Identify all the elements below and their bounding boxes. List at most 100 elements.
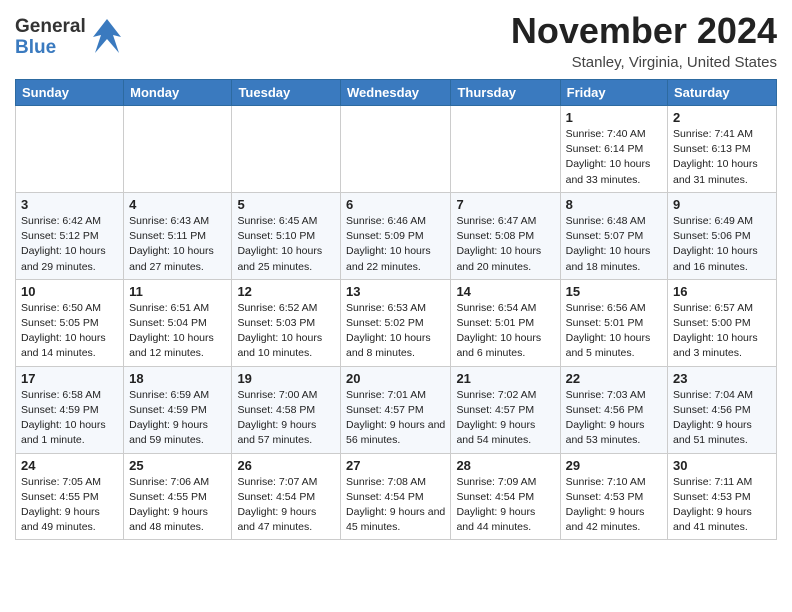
calendar-cell: 1Sunrise: 7:40 AMSunset: 6:14 PMDaylight… xyxy=(560,106,667,193)
calendar-cell: 12Sunrise: 6:52 AMSunset: 5:03 PMDayligh… xyxy=(232,279,341,366)
calendar-week-2: 3 Sunrise: 6:42 AMSunset: 5:12 PMDaylight… xyxy=(16,192,777,279)
day-info: Sunrise: 7:10 AMSunset: 4:53 PMDaylight:… xyxy=(566,475,662,536)
logo-general: General xyxy=(15,17,86,38)
calendar-cell: 27 Sunrise: 7:08 AMSunset: 4:54 PMDayligh… xyxy=(341,453,451,540)
day-info: Sunrise: 6:57 AMSunset: 5:00 PMDaylight:… xyxy=(673,301,771,362)
calendar-cell: 20Sunrise: 7:01 AMSunset: 4:57 PMDayligh… xyxy=(341,366,451,453)
day-info: Sunrise: 7:05 AMSunset: 4:55 PMDaylight:… xyxy=(21,475,118,536)
day-info: Sunrise: 7:09 AMSunset: 4:54 PMDaylight:… xyxy=(456,475,554,536)
calendar-cell: 11Sunrise: 6:51 AMSunset: 5:04 PMDayligh… xyxy=(124,279,232,366)
day-info: Sunrise: 6:59 AMSunset: 4:59 PMDaylight:… xyxy=(129,388,226,449)
calendar-cell: 29Sunrise: 7:10 AMSunset: 4:53 PMDayligh… xyxy=(560,453,667,540)
weekday-header-thursday: Thursday xyxy=(451,80,560,106)
day-number: 9 xyxy=(673,197,771,212)
day-number: 22 xyxy=(566,371,662,386)
weekday-header-tuesday: Tuesday xyxy=(232,80,341,106)
day-info: Sunrise: 7:00 AMSunset: 4:58 PMDaylight:… xyxy=(237,388,335,449)
day-info: Sunrise: 7:08 AMSunset: 4:54 PMDaylight:… xyxy=(346,475,445,536)
day-info: Sunrise: 7:06 AMSunset: 4:55 PMDaylight:… xyxy=(129,475,226,536)
calendar-cell: 10Sunrise: 6:50 AMSunset: 5:05 PMDayligh… xyxy=(16,279,124,366)
day-number: 3 xyxy=(21,197,118,212)
day-number: 24 xyxy=(21,458,118,473)
calendar-cell: 15 Sunrise: 6:56 AMSunset: 5:01 PMDayligh… xyxy=(560,279,667,366)
day-number: 18 xyxy=(129,371,226,386)
day-number: 15 xyxy=(566,284,662,299)
day-info: Sunrise: 6:53 AMSunset: 5:02 PMDaylight:… xyxy=(346,301,445,362)
day-number: 27 xyxy=(346,458,445,473)
day-info: Sunrise: 6:46 AMSunset: 5:09 PMDaylight:… xyxy=(346,214,445,275)
day-info: Sunrise: 6:47 AMSunset: 5:08 PMDaylight:… xyxy=(456,214,554,275)
calendar-cell: 16 Sunrise: 6:57 AMSunset: 5:00 PMDayligh… xyxy=(668,279,777,366)
day-info: Sunrise: 6:51 AMSunset: 5:04 PMDaylight:… xyxy=(129,301,226,362)
logo: General Blue xyxy=(15,10,123,60)
calendar-week-3: 10Sunrise: 6:50 AMSunset: 5:05 PMDayligh… xyxy=(16,279,777,366)
calendar-cell: 6 Sunrise: 6:46 AMSunset: 5:09 PMDaylight… xyxy=(341,192,451,279)
day-number: 19 xyxy=(237,371,335,386)
day-number: 16 xyxy=(673,284,771,299)
day-number: 25 xyxy=(129,458,226,473)
calendar-cell: 17Sunrise: 6:58 AMSunset: 4:59 PMDayligh… xyxy=(16,366,124,453)
day-info: Sunrise: 7:07 AMSunset: 4:54 PMDaylight:… xyxy=(237,475,335,536)
day-info: Sunrise: 7:04 AMSunset: 4:56 PMDaylight:… xyxy=(673,388,771,449)
calendar-cell: 23 Sunrise: 7:04 AMSunset: 4:56 PMDayligh… xyxy=(668,366,777,453)
day-info: Sunrise: 7:41 AMSunset: 6:13 PMDaylight:… xyxy=(673,127,771,188)
day-info: Sunrise: 7:40 AMSunset: 6:14 PMDaylight:… xyxy=(566,127,662,188)
weekday-header-sunday: Sunday xyxy=(16,80,124,106)
calendar-cell: 7 Sunrise: 6:47 AMSunset: 5:08 PMDaylight… xyxy=(451,192,560,279)
day-info: Sunrise: 6:56 AMSunset: 5:01 PMDaylight:… xyxy=(566,301,662,362)
day-info: Sunrise: 6:52 AMSunset: 5:03 PMDaylight:… xyxy=(237,301,335,362)
day-number: 30 xyxy=(673,458,771,473)
day-info: Sunrise: 6:48 AMSunset: 5:07 PMDaylight:… xyxy=(566,214,662,275)
calendar-cell xyxy=(16,106,124,193)
calendar-cell: 13 Sunrise: 6:53 AMSunset: 5:02 PMDayligh… xyxy=(341,279,451,366)
day-number: 21 xyxy=(456,371,554,386)
weekday-header-wednesday: Wednesday xyxy=(341,80,451,106)
day-number: 14 xyxy=(456,284,554,299)
page: General Blue November 2024 Stanley, Virg… xyxy=(0,0,792,555)
calendar-cell: 22Sunrise: 7:03 AMSunset: 4:56 PMDayligh… xyxy=(560,366,667,453)
day-number: 26 xyxy=(237,458,335,473)
day-number: 17 xyxy=(21,371,118,386)
day-info: Sunrise: 6:42 AMSunset: 5:12 PMDaylight:… xyxy=(21,214,118,275)
calendar-cell: 14Sunrise: 6:54 AMSunset: 5:01 PMDayligh… xyxy=(451,279,560,366)
day-info: Sunrise: 7:02 AMSunset: 4:57 PMDaylight:… xyxy=(456,388,554,449)
calendar-cell: 8 Sunrise: 6:48 AMSunset: 5:07 PMDaylight… xyxy=(560,192,667,279)
day-info: Sunrise: 6:43 AMSunset: 5:11 PMDaylight:… xyxy=(129,214,226,275)
day-number: 23 xyxy=(673,371,771,386)
location: Stanley, Virginia, United States xyxy=(511,54,777,71)
day-info: Sunrise: 7:01 AMSunset: 4:57 PMDaylight:… xyxy=(346,388,445,449)
day-info: Sunrise: 6:50 AMSunset: 5:05 PMDaylight:… xyxy=(21,301,118,362)
day-number: 8 xyxy=(566,197,662,212)
calendar-header-row: SundayMondayTuesdayWednesdayThursdayFrid… xyxy=(16,80,777,106)
calendar-cell: 3 Sunrise: 6:42 AMSunset: 5:12 PMDaylight… xyxy=(16,192,124,279)
logo-blue: Blue xyxy=(15,38,86,59)
month-title: November 2024 xyxy=(511,10,777,52)
calendar-cell: 5 Sunrise: 6:45 AMSunset: 5:10 PMDaylight… xyxy=(232,192,341,279)
day-number: 6 xyxy=(346,197,445,212)
calendar-cell: 2Sunrise: 7:41 AMSunset: 6:13 PMDaylight… xyxy=(668,106,777,193)
header: General Blue November 2024 Stanley, Virg… xyxy=(15,10,777,71)
title-block: November 2024 Stanley, Virginia, United … xyxy=(511,10,777,71)
calendar-cell: 19 Sunrise: 7:00 AMSunset: 4:58 PMDayligh… xyxy=(232,366,341,453)
day-number: 13 xyxy=(346,284,445,299)
weekday-header-friday: Friday xyxy=(560,80,667,106)
day-info: Sunrise: 6:45 AMSunset: 5:10 PMDaylight:… xyxy=(237,214,335,275)
day-number: 28 xyxy=(456,458,554,473)
day-number: 5 xyxy=(237,197,335,212)
calendar-cell: 30 Sunrise: 7:11 AMSunset: 4:53 PMDayligh… xyxy=(668,453,777,540)
logo-bird-icon xyxy=(91,17,123,60)
day-info: Sunrise: 6:49 AMSunset: 5:06 PMDaylight:… xyxy=(673,214,771,275)
day-number: 4 xyxy=(129,197,226,212)
calendar-cell: 24 Sunrise: 7:05 AMSunset: 4:55 PMDayligh… xyxy=(16,453,124,540)
calendar-week-4: 17Sunrise: 6:58 AMSunset: 4:59 PMDayligh… xyxy=(16,366,777,453)
calendar-week-1: 1Sunrise: 7:40 AMSunset: 6:14 PMDaylight… xyxy=(16,106,777,193)
calendar-cell: 28 Sunrise: 7:09 AMSunset: 4:54 PMDayligh… xyxy=(451,453,560,540)
day-info: Sunrise: 7:11 AMSunset: 4:53 PMDaylight:… xyxy=(673,475,771,536)
calendar-cell: 26 Sunrise: 7:07 AMSunset: 4:54 PMDayligh… xyxy=(232,453,341,540)
calendar-cell xyxy=(124,106,232,193)
calendar-cell: 9 Sunrise: 6:49 AMSunset: 5:06 PMDaylight… xyxy=(668,192,777,279)
calendar-table: SundayMondayTuesdayWednesdayThursdayFrid… xyxy=(15,79,777,540)
day-number: 7 xyxy=(456,197,554,212)
calendar-week-5: 24 Sunrise: 7:05 AMSunset: 4:55 PMDayligh… xyxy=(16,453,777,540)
calendar-cell: 21 Sunrise: 7:02 AMSunset: 4:57 PMDayligh… xyxy=(451,366,560,453)
